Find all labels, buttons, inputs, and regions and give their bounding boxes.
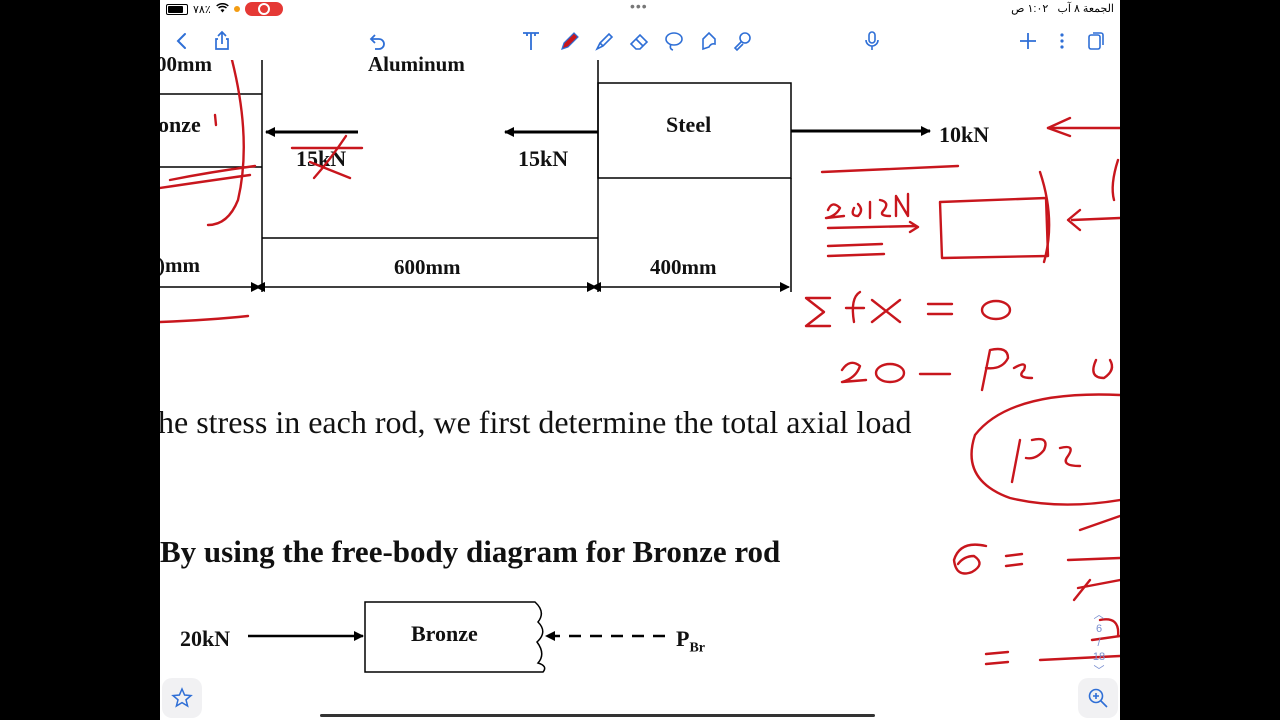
- eraser-icon: [629, 33, 649, 50]
- wifi-icon: [215, 2, 229, 16]
- pen-icon: [561, 32, 579, 50]
- back-icon: [176, 33, 186, 49]
- page-current: 6: [1095, 623, 1103, 635]
- battery-icon: [166, 3, 188, 15]
- page-indicator[interactable]: ︿ 6 / 18 ﹀: [1088, 608, 1110, 678]
- eraser-tool-button[interactable]: [625, 26, 653, 56]
- status-left: ٧٨٪: [166, 2, 283, 16]
- share-icon: [215, 30, 229, 50]
- pen-tool-button[interactable]: [556, 26, 584, 56]
- handwritten-annotations: [160, 60, 1120, 666]
- pages-button[interactable]: [1082, 26, 1110, 56]
- zoom-button[interactable]: [1078, 678, 1118, 718]
- page-separator: /: [1097, 637, 1101, 649]
- status-bar: ٧٨٪ ••• الجمعة ٨ آب ١:٠٢ ص: [160, 0, 1120, 18]
- chevron-down-icon[interactable]: ﹀: [1088, 664, 1110, 678]
- screen-record-icon[interactable]: [244, 2, 283, 16]
- app-screen: ٧٨٪ ••• الجمعة ٨ آب ١:٠٢ ص 00mm Aluminum…: [160, 0, 1120, 720]
- battery-percent: ٧٨٪: [193, 3, 211, 16]
- microphone-button[interactable]: [858, 26, 886, 56]
- status-time: ١:٠٢ ص: [1011, 3, 1049, 15]
- orange-dot-icon: [233, 6, 240, 12]
- chevron-up-icon[interactable]: ︿: [1088, 608, 1110, 622]
- laser-pointer-icon: [733, 32, 751, 52]
- bookmark-button[interactable]: [162, 678, 202, 718]
- add-icon: [1020, 33, 1036, 49]
- multitask-dots-icon[interactable]: •••: [630, 0, 648, 14]
- more-button[interactable]: [1048, 26, 1076, 56]
- shape-icon: [702, 31, 716, 51]
- zoom-in-icon: [1088, 688, 1108, 708]
- microphone-icon: [865, 31, 879, 50]
- star-icon: [171, 687, 193, 708]
- status-right: الجمعة ٨ آب ١:٠٢ ص: [1011, 2, 1114, 15]
- highlighter-tool-button[interactable]: [591, 26, 619, 56]
- share-button[interactable]: [208, 26, 236, 56]
- lasso-icon: [665, 32, 683, 51]
- laser-pointer-button[interactable]: [729, 26, 757, 56]
- status-date: الجمعة ٨ آب: [1057, 3, 1114, 15]
- home-indicator[interactable]: [320, 714, 875, 717]
- page-total: 18: [1092, 651, 1106, 663]
- text-tool-icon: [523, 32, 539, 50]
- undo-icon: [369, 34, 385, 50]
- document-page[interactable]: 00mm Aluminum onze Steel 15kN 15kN 10kN …: [160, 52, 1120, 720]
- highlighter-icon: [595, 32, 614, 51]
- lasso-tool-button[interactable]: [660, 26, 688, 56]
- more-icon: [1060, 33, 1064, 49]
- add-page-button[interactable]: [1014, 26, 1042, 56]
- shape-tool-button[interactable]: [695, 26, 723, 56]
- toolbar: [160, 26, 1120, 60]
- text-tool-button[interactable]: [517, 26, 545, 56]
- pages-icon: [1088, 32, 1104, 50]
